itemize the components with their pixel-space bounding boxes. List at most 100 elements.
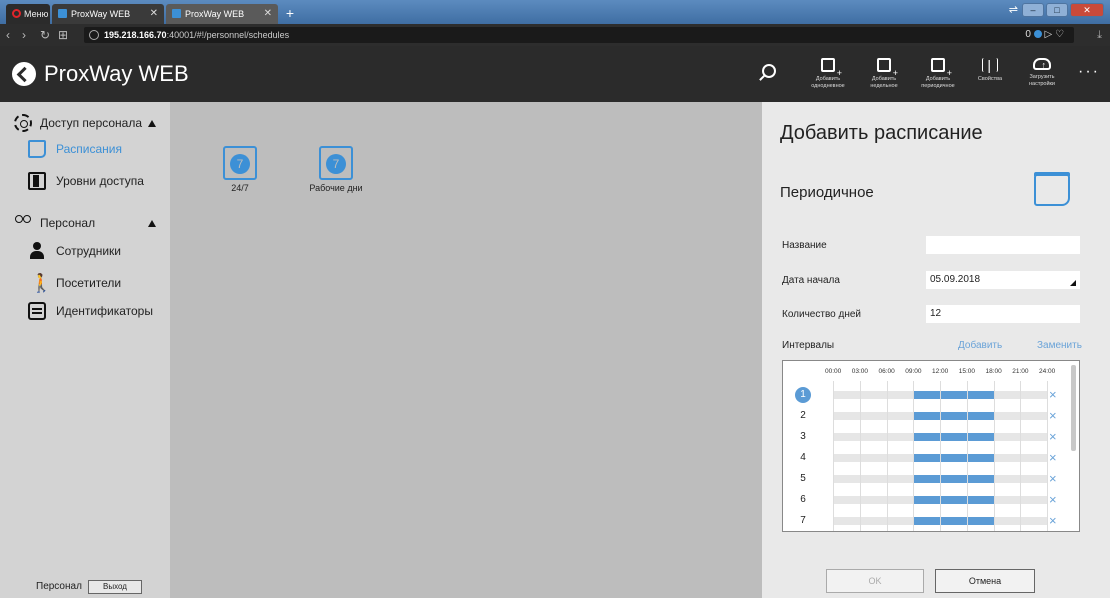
app-title: ProxWay WEB <box>44 61 189 86</box>
delete-interval-icon[interactable]: × <box>1049 429 1057 445</box>
sidebar-item-access-levels[interactable]: Уровни доступа <box>0 170 170 192</box>
start-date-field[interactable]: 05.09.2018 <box>926 271 1080 289</box>
load-settings-button[interactable]: Загрузить настройки <box>1016 58 1068 98</box>
speed-dial-icon[interactable]: ⊞ <box>58 27 68 43</box>
sidebar-group-personnel[interactable]: Персонал <box>0 212 170 234</box>
delete-interval-icon[interactable]: × <box>1049 513 1057 529</box>
sidebar-item-schedules[interactable]: Расписания <box>0 138 170 160</box>
add-weekly-button[interactable]: Добавить недельное <box>858 58 910 98</box>
collapse-triangle-icon[interactable] <box>148 120 156 127</box>
sidebar-item-label: Персонал <box>40 216 96 230</box>
hour-tick-label: 24:00 <box>1039 368 1056 375</box>
window-controls: – □ ✕ <box>1022 3 1104 19</box>
sidebar-item-label: Расписания <box>56 142 122 156</box>
tab-label: ProxWay WEB <box>71 9 131 19</box>
browser-tab-1[interactable]: ProxWay WEB ✕ <box>52 4 164 24</box>
tab-close-icon[interactable]: ✕ <box>150 4 158 24</box>
window-close-icon[interactable]: ✕ <box>1070 3 1104 17</box>
delete-interval-icon[interactable]: × <box>1049 450 1057 466</box>
add-daily-label: Добавить однодневное <box>811 76 845 89</box>
intervals-grid[interactable]: 00:00 03:00 06:00 09:00 12:00 15:00 18:00 21:00… <box>782 360 1080 532</box>
heart-icon[interactable]: ♡ <box>1055 29 1064 40</box>
sidebar-group-staff-access[interactable]: Доступ персонала <box>0 112 170 134</box>
collapse-triangle-icon[interactable] <box>148 220 156 227</box>
grid-hour-line <box>859 381 861 531</box>
more-menu-icon[interactable]: ··· <box>1078 64 1100 80</box>
grid-hour-line <box>1047 381 1048 531</box>
delete-interval-icon[interactable]: × <box>1049 471 1057 487</box>
delete-interval-icon[interactable]: × <box>1049 492 1057 508</box>
exit-button[interactable]: Выход <box>88 580 142 594</box>
browser-tab-2[interactable]: ProxWay WEB ✕ <box>166 4 278 24</box>
name-field[interactable] <box>926 236 1080 254</box>
interval-bar[interactable] <box>913 412 994 420</box>
interval-row-number[interactable]: 2 <box>793 408 813 424</box>
new-tab-button[interactable]: + <box>282 5 298 21</box>
panel-title: Добавить расписание <box>780 122 983 144</box>
person-icon <box>28 242 46 260</box>
add-daily-button[interactable]: Добавить однодневное <box>802 58 854 98</box>
reload-icon[interactable]: ↻ <box>40 27 50 43</box>
hour-tick-label: 15:00 <box>958 368 976 375</box>
maximize-icon[interactable]: □ <box>1046 3 1068 17</box>
menu-label: Меню <box>24 9 49 19</box>
interval-bar[interactable] <box>913 433 994 441</box>
url-field[interactable]: 195.218.166.70:40001/#!/personnel/schedu… <box>84 27 1074 43</box>
forward-icon[interactable]: › <box>22 27 26 43</box>
schedule-tile-workdays[interactable]: Рабочие дни <box>296 146 376 193</box>
days-count-label: Количество дней <box>782 309 861 320</box>
interval-row-number[interactable]: 7 <box>793 513 813 529</box>
days-count-field[interactable]: 12 <box>926 305 1080 323</box>
hour-tick-label: 09:00 <box>905 368 922 375</box>
sidebar-item-label: Доступ персонала <box>40 116 143 130</box>
interval-row-number[interactable]: 4 <box>793 450 813 466</box>
delete-interval-icon[interactable]: × <box>1049 387 1057 403</box>
interval-row-number[interactable]: 5 <box>793 471 813 487</box>
browser-menu-button[interactable]: Меню <box>6 4 50 24</box>
add-periodic-label: Добавить периодичное <box>921 76 955 89</box>
grid-hour-line <box>833 381 834 531</box>
properties-label: Свойства <box>977 76 1003 82</box>
back-logo-icon[interactable] <box>12 62 36 86</box>
add-periodic-button[interactable]: Добавить периодичное <box>912 58 964 98</box>
sidebar-item-visitors[interactable]: 🚶 Посетители <box>0 272 170 294</box>
interval-row-number[interactable]: 1 <box>795 387 811 403</box>
interval-bar[interactable] <box>913 454 994 462</box>
sidebar: Доступ персонала Расписания Уровни досту… <box>0 102 170 598</box>
shield-icon[interactable] <box>1033 30 1042 38</box>
tab-menu-icon[interactable]: ⇌ <box>1009 3 1018 16</box>
grid-hour-line <box>940 381 941 531</box>
sidebar-item-identifiers[interactable]: Идентификаторы <box>0 300 170 322</box>
minimize-icon[interactable]: – <box>1022 3 1044 17</box>
intervals-label: Интервалы <box>782 340 835 351</box>
address-bar: ‹ › ↻ ⊞ 195.218.166.70:40001/#!/personne… <box>0 24 1110 46</box>
grid-scrollbar[interactable] <box>1071 365 1076 451</box>
replace-interval-link[interactable]: Заменить <box>1037 340 1082 351</box>
schedule-tile-24-7[interactable]: 24/7 <box>200 146 280 193</box>
delete-interval-icon[interactable]: × <box>1049 408 1057 424</box>
interval-row-number[interactable]: 6 <box>793 492 813 508</box>
download-icon[interactable]: ⤓ <box>1097 27 1102 43</box>
back-icon[interactable]: ‹ <box>6 27 10 43</box>
cancel-button[interactable]: Отмена <box>935 569 1035 593</box>
flow-icon[interactable]: ▷ <box>1045 29 1053 40</box>
interval-bar[interactable] <box>913 496 994 504</box>
tab-close-icon[interactable]: ✕ <box>264 4 272 24</box>
add-interval-link[interactable]: Добавить <box>958 340 1002 351</box>
sidebar-item-label: Сотрудники <box>56 244 121 258</box>
interval-row-number[interactable]: 3 <box>793 429 813 445</box>
sidebar-item-employees[interactable]: Сотрудники <box>0 240 170 262</box>
sidebar-footer: Персонал Выход <box>0 578 170 598</box>
people-icon <box>14 214 32 232</box>
dropdown-triangle-icon[interactable] <box>1070 280 1076 286</box>
schedule-calendar-icon <box>223 146 257 180</box>
ok-button[interactable]: OK <box>826 569 924 593</box>
grid-hour-line <box>1020 381 1022 531</box>
search-icon[interactable] <box>762 64 776 78</box>
properties-button[interactable]: Свойства <box>964 58 1016 98</box>
interval-bar[interactable] <box>913 517 994 525</box>
interval-bar[interactable] <box>913 391 994 399</box>
load-settings-label: Загрузить настройки <box>1028 74 1056 87</box>
add-weekly-schedule-icon <box>877 58 898 78</box>
interval-bar[interactable] <box>913 475 994 483</box>
